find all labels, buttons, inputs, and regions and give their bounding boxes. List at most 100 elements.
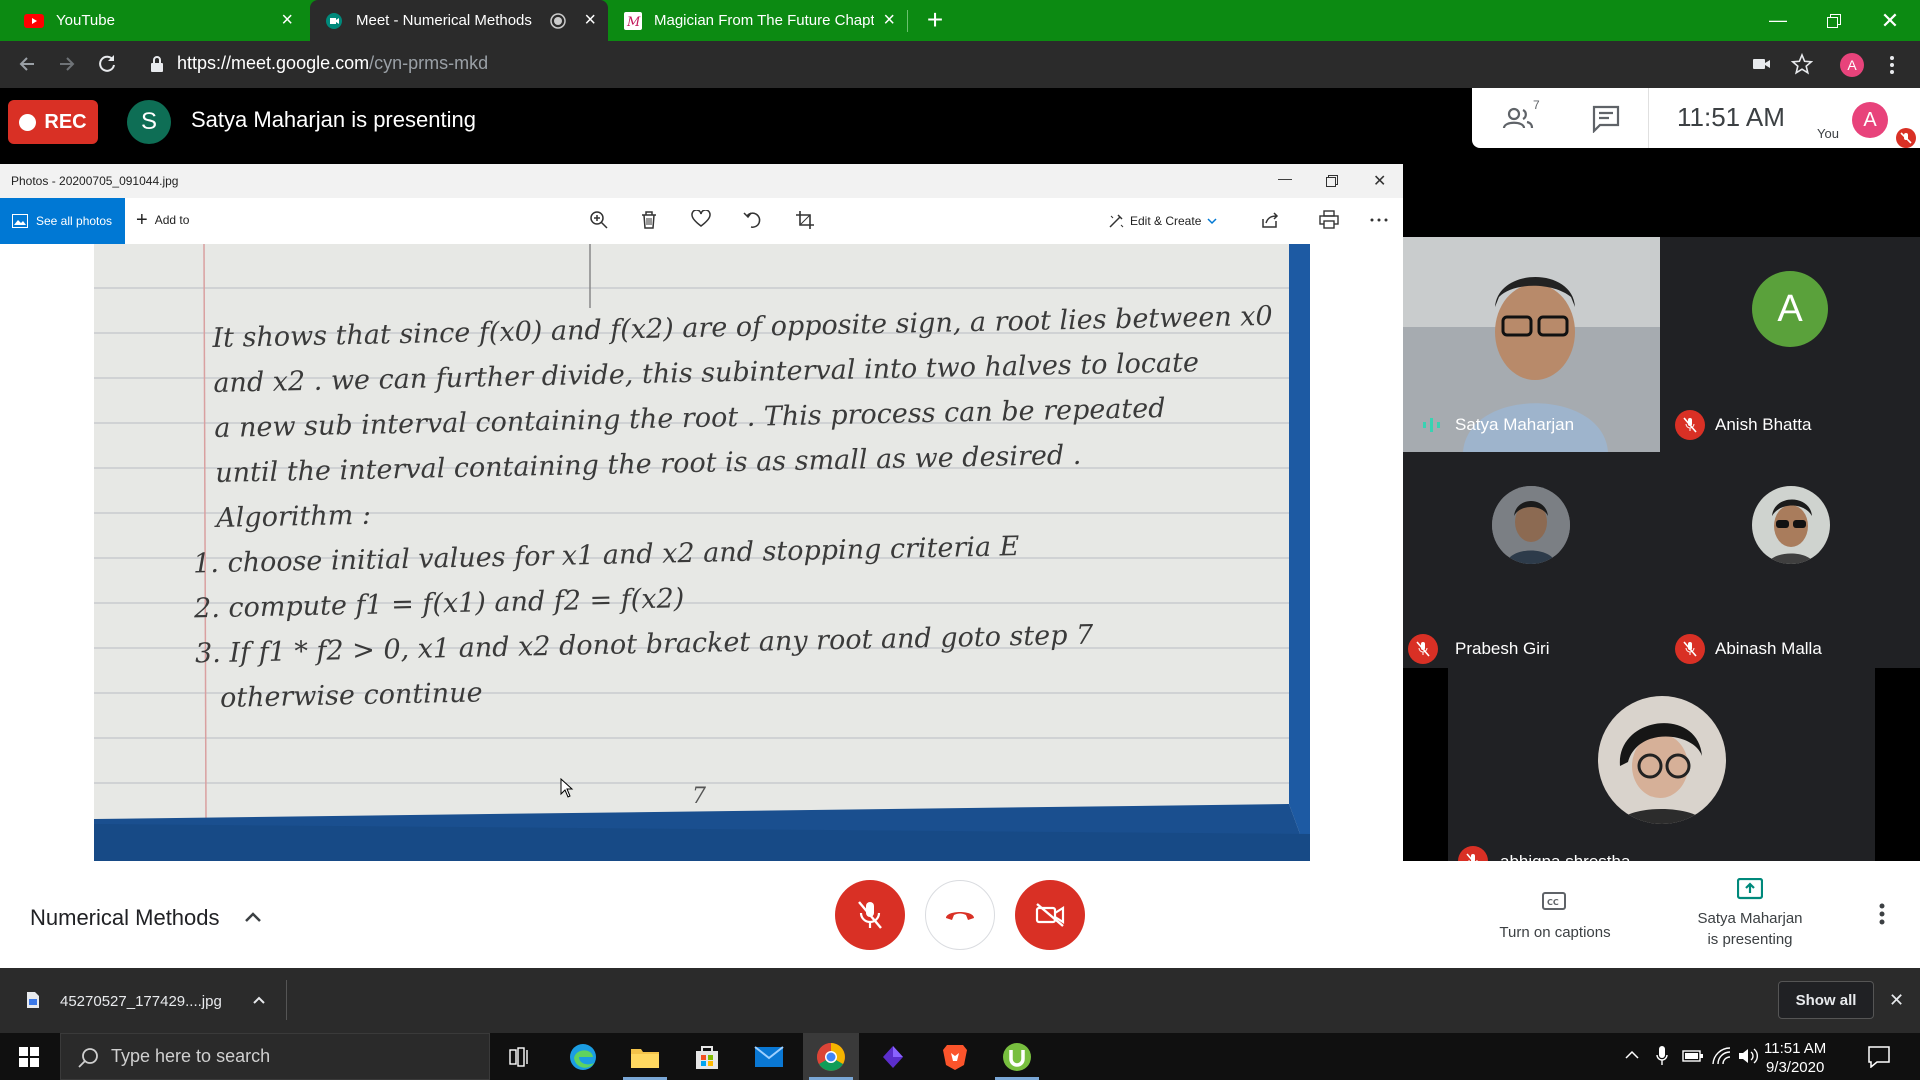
start-button[interactable] [0, 1033, 58, 1080]
camera-toggle-button[interactable] [1015, 880, 1085, 950]
close-tab-icon[interactable]: × [883, 10, 895, 30]
manga-site-icon: M [624, 11, 642, 30]
chevron-up-icon[interactable] [252, 995, 266, 1005]
presenting-title: Satya Maharjan is presenting [191, 107, 476, 132]
close-tab-icon[interactable]: × [584, 10, 596, 30]
notifications-icon[interactable] [1868, 1046, 1890, 1068]
participant-tile-abinash[interactable]: Abinash Malla [1660, 452, 1920, 668]
rotate-icon[interactable] [743, 210, 763, 230]
profile-avatar[interactable]: A [1840, 53, 1864, 77]
microphone-tray-icon[interactable] [1656, 1046, 1668, 1066]
taskbar-app-purple[interactable] [865, 1033, 921, 1080]
taskbar-brave[interactable] [927, 1033, 983, 1080]
hang-up-icon [944, 908, 976, 922]
edge-icon [568, 1042, 598, 1072]
presenting-label-line2: is presenting [1707, 931, 1793, 948]
battery-icon[interactable] [1682, 1049, 1704, 1063]
image-file-icon [26, 991, 40, 1009]
meeting-info-card: 7 11:51 AM You A [1472, 88, 1920, 148]
taskbar-edge[interactable] [555, 1033, 611, 1080]
close-window-button[interactable]: ✕ [1862, 0, 1918, 41]
forward-arrow-icon[interactable] [56, 53, 78, 75]
restore-window-button[interactable] [1806, 0, 1862, 41]
search-icon [77, 1047, 99, 1069]
trash-icon[interactable] [640, 210, 658, 230]
people-icon[interactable] [1502, 104, 1536, 132]
zoom-icon[interactable] [589, 210, 609, 230]
see-all-photos-button[interactable]: See all photos [0, 198, 125, 244]
system-clock[interactable]: 11:51 AM 9/3/2020 [1764, 1039, 1826, 1077]
meet-control-bar: Numerical Methods CC Turn on captions Sa… [0, 861, 1920, 968]
chevron-down-icon [1207, 217, 1217, 225]
wifi-icon[interactable] [1712, 1047, 1732, 1065]
participant-avatar [1492, 486, 1570, 564]
svg-text:M: M [626, 15, 641, 30]
participant-tile-abhigna[interactable]: abhigna shrestha [1448, 668, 1875, 861]
participant-tile-satya[interactable]: Satya Maharjan [1403, 237, 1660, 452]
tab-title: Magician From The Future Chapt [654, 12, 874, 29]
taskbar-chrome[interactable] [803, 1033, 859, 1080]
meeting-name: Numerical Methods [30, 905, 220, 930]
reload-icon[interactable] [96, 53, 118, 75]
microphone-toggle-button[interactable] [835, 880, 905, 950]
captions-button[interactable]: CC Turn on captions [1470, 891, 1640, 951]
header-divider [1648, 88, 1649, 148]
more-options-icon[interactable] [1370, 218, 1388, 222]
muted-mic-icon [1408, 634, 1438, 664]
taskbar-utorrent[interactable] [989, 1033, 1045, 1080]
close-tab-icon[interactable]: × [281, 10, 293, 30]
photos-close-button[interactable]: ✕ [1373, 171, 1386, 191]
photos-toolbar: See all photos + Add to Edit & Create [0, 198, 1403, 244]
add-to-button[interactable]: + Add to [136, 210, 189, 230]
leave-call-button[interactable] [925, 880, 995, 950]
close-download-shelf-icon[interactable]: ✕ [1889, 990, 1904, 1011]
recording-badge[interactable]: REC [8, 100, 98, 144]
photos-minimize-button[interactable]: — [1278, 170, 1292, 186]
tab-manga[interactable]: M Magician From The Future Chapt × [612, 0, 907, 41]
print-icon[interactable] [1319, 210, 1339, 230]
share-icon[interactable] [1260, 210, 1280, 230]
svg-text:CC: CC [1547, 898, 1559, 907]
participant-tile-prabesh[interactable]: Prabesh Giri [1403, 452, 1660, 668]
address-bar[interactable]: https://meet.google.com/cyn-prms-mkd [177, 53, 488, 74]
volume-icon[interactable] [1738, 1047, 1760, 1065]
download-item[interactable]: 45270527_177429....jpg [0, 968, 285, 1033]
taskbar-file-explorer[interactable] [617, 1033, 673, 1080]
show-hidden-icons-chevron[interactable] [1624, 1050, 1640, 1060]
bookmark-star-icon[interactable] [1791, 53, 1813, 75]
captions-label: Turn on captions [1499, 924, 1611, 941]
meeting-details-button[interactable]: Numerical Methods [0, 861, 290, 968]
more-options-icon[interactable] [1879, 903, 1885, 925]
taskbar-store[interactable] [679, 1033, 735, 1080]
tab-separator [907, 10, 908, 32]
self-avatar[interactable]: A [1852, 102, 1888, 138]
show-all-downloads-button[interactable]: Show all [1778, 981, 1874, 1019]
crop-icon[interactable] [795, 210, 815, 230]
chrome-menu-icon[interactable] [1888, 54, 1896, 76]
photos-app-window: Photos - 20200705_091044.jpg — ✕ See all… [0, 164, 1403, 861]
tab-youtube[interactable]: YouTube × [0, 0, 305, 41]
participant-name: Anish Bhatta [1715, 415, 1812, 434]
taskbar-mail[interactable] [741, 1033, 797, 1080]
heart-icon[interactable] [691, 210, 711, 228]
meeting-clock: 11:51 AM [1677, 102, 1785, 132]
new-tab-button[interactable]: + [918, 4, 952, 38]
you-label: You [1817, 126, 1839, 141]
minimize-window-button[interactable]: — [1750, 0, 1806, 41]
recording-label: REC [44, 110, 87, 133]
presenting-button[interactable]: Satya Maharjan is presenting [1665, 878, 1835, 958]
lock-icon[interactable] [150, 55, 164, 73]
task-view-button[interactable] [492, 1033, 548, 1080]
tab-meet[interactable]: Meet - Numerical Methods × [310, 0, 608, 41]
participant-tile-anish[interactable]: A Anish Bhatta [1660, 237, 1920, 452]
photos-restore-button[interactable] [1326, 175, 1338, 187]
camera-in-use-icon[interactable] [1752, 56, 1772, 72]
taskbar-search-box[interactable]: Type here to search [60, 1033, 490, 1080]
participant-name: Prabesh Giri [1455, 639, 1550, 658]
chat-icon[interactable] [1592, 105, 1620, 133]
search-placeholder: Type here to search [111, 1046, 271, 1066]
back-arrow-icon[interactable] [16, 53, 38, 75]
presenter-avatar: S [127, 100, 171, 144]
people-count: 7 [1533, 98, 1540, 112]
edit-create-button[interactable]: Edit & Create [1108, 213, 1217, 229]
